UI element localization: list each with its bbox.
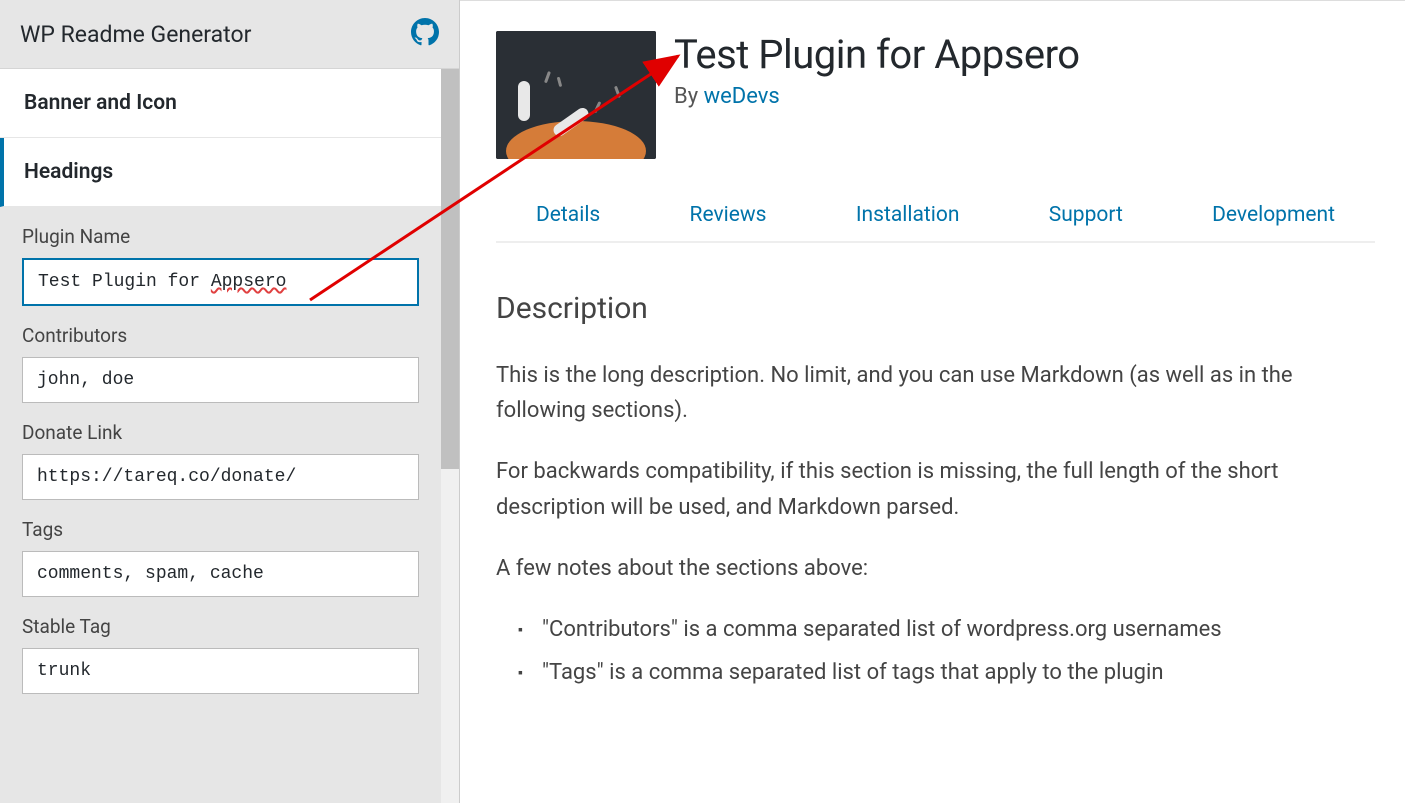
sidebar-header: WP Readme Generator xyxy=(0,0,459,69)
form-section: Plugin Name Test Plugin for Appsero Cont… xyxy=(0,207,441,803)
tab-details[interactable]: Details xyxy=(536,189,600,241)
list-item: "Tags" is a comma separated list of tags… xyxy=(518,655,1375,690)
description-p2: For backwards compatibility, if this sec… xyxy=(496,454,1375,524)
list-item: "Contributors" is a comma separated list… xyxy=(518,612,1375,647)
preview-pane: Test Plugin for Appsero By weDevs Detail… xyxy=(460,0,1405,803)
plugin-name-input[interactable]: Test Plugin for Appsero xyxy=(22,258,419,306)
tab-installation[interactable]: Installation xyxy=(856,189,960,241)
tab-development[interactable]: Development xyxy=(1212,189,1335,241)
author-link[interactable]: weDevs xyxy=(704,84,780,109)
tab-reviews[interactable]: Reviews xyxy=(690,189,767,241)
tab-headings[interactable]: Headings xyxy=(0,138,441,207)
tags-label: Tags xyxy=(22,518,419,541)
plugin-title: Test Plugin for Appsero xyxy=(674,31,1080,78)
stable-tag-input[interactable]: trunk xyxy=(22,648,419,694)
description-p1: This is the long description. No limit, … xyxy=(496,358,1375,428)
sidebar: WP Readme Generator Banner and Icon Head… xyxy=(0,0,460,803)
plugin-author: By weDevs xyxy=(674,84,1080,109)
app-title: WP Readme Generator xyxy=(20,21,251,48)
nav-tabs: Details Reviews Installation Support Dev… xyxy=(496,189,1375,243)
tab-support[interactable]: Support xyxy=(1049,189,1123,241)
scrollbar[interactable] xyxy=(441,69,459,803)
tags-input[interactable]: comments, spam, cache xyxy=(22,551,419,597)
contributors-label: Contributors xyxy=(22,324,419,347)
plugin-icon xyxy=(496,31,656,159)
donate-link-label: Donate Link xyxy=(22,421,419,444)
description-heading: Description xyxy=(496,291,1375,326)
scrollbar-thumb[interactable] xyxy=(441,69,459,469)
stable-tag-label: Stable Tag xyxy=(22,615,419,638)
github-icon[interactable] xyxy=(411,18,439,50)
tab-banner-icon[interactable]: Banner and Icon xyxy=(0,69,441,138)
plugin-header: Test Plugin for Appsero By weDevs xyxy=(496,31,1375,159)
notes-list: "Contributors" is a comma separated list… xyxy=(496,612,1375,690)
donate-link-input[interactable]: https://tareq.co/donate/ xyxy=(22,454,419,500)
description-p3: A few notes about the sections above: xyxy=(496,551,1375,586)
contributors-input[interactable]: john, doe xyxy=(22,357,419,403)
plugin-name-label: Plugin Name xyxy=(22,225,419,248)
